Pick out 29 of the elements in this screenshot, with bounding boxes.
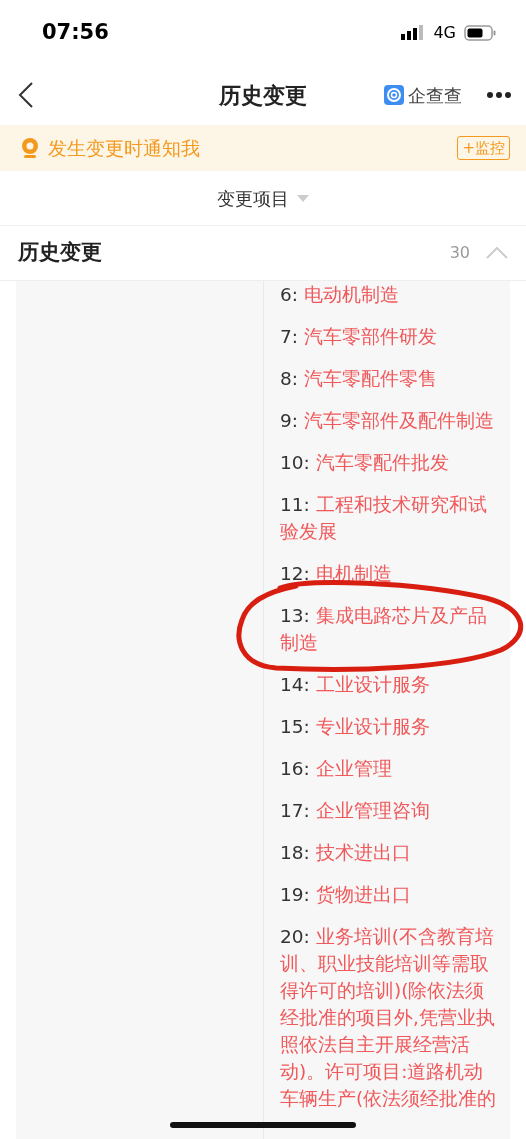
change-item: 7: 汽车零部件研发 bbox=[280, 325, 438, 349]
status-time: 07:56 bbox=[42, 18, 109, 46]
battery-icon bbox=[464, 24, 496, 41]
more-icon[interactable] bbox=[486, 91, 512, 99]
change-count: 30 bbox=[449, 242, 470, 264]
change-item: 14: 工业设计服务 bbox=[280, 673, 431, 697]
change-item: 10: 汽车零配件批发 bbox=[280, 451, 450, 475]
page-title: 历史变更 bbox=[219, 81, 307, 110]
change-item: 17: 企业管理咨询 bbox=[280, 799, 431, 823]
change-item: 18: 技术进出口 bbox=[280, 841, 412, 865]
network-label: 4G bbox=[433, 21, 456, 44]
brand-logo-icon bbox=[384, 85, 404, 105]
bell-icon bbox=[20, 137, 40, 159]
section-title: 历史变更 bbox=[18, 239, 102, 267]
change-item: 16: 企业管理 bbox=[280, 757, 393, 781]
notice-text: 发生变更时通知我 bbox=[48, 135, 200, 161]
change-item: 15: 专业设计服务 bbox=[280, 715, 431, 739]
change-item: 6: 电动机制造 bbox=[280, 283, 400, 307]
change-item: 11: 工程和技术研究和试验发展 bbox=[280, 493, 488, 544]
caret-icon bbox=[297, 194, 309, 202]
change-item: 19: 货物进出口 bbox=[280, 883, 412, 907]
signal-icon bbox=[401, 24, 426, 41]
change-item: 13: 集成电路芯片及产品制造 bbox=[280, 604, 488, 655]
brand-name: 企查查 bbox=[408, 83, 462, 108]
change-item: 20: 业务培训(不含教育培训、职业技能培训等需取得许可的培训)(除依法须经批准的项目外,凭营业执照依法自主开展经营活动)。许可项目:道路机动车辆生产(依法须经批准的 bbox=[280, 925, 498, 1111]
change-item: 9: 汽车零部件及配件制造 bbox=[280, 409, 495, 433]
filter-dropdown[interactable]: 变更项目 bbox=[217, 184, 289, 212]
change-item: 8: 汽车零配件零售 bbox=[280, 367, 438, 391]
back-icon[interactable] bbox=[18, 82, 34, 108]
